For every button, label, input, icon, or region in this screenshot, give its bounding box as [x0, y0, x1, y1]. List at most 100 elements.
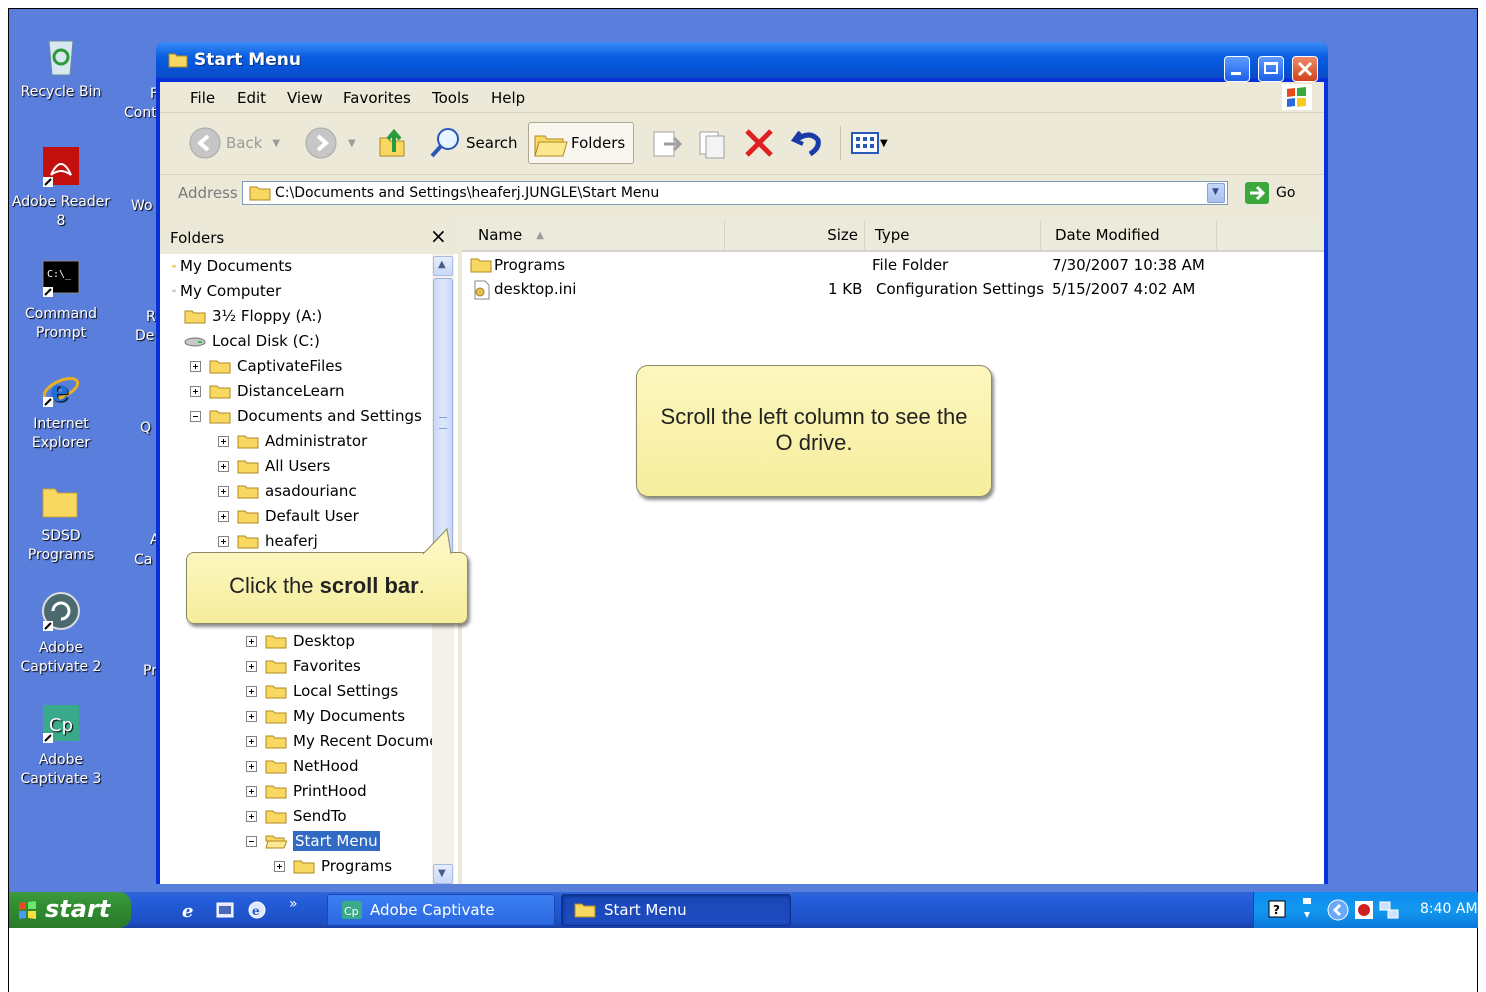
tree-item[interactable]: Programs	[274, 854, 392, 878]
ie-favorites-icon[interactable]: e	[247, 900, 267, 920]
expand-icon[interactable]	[190, 385, 201, 397]
desktop-icon-recycle-bin[interactable]: Recycle Bin	[9, 35, 113, 102]
desktop-icon-adobe-captivate-2[interactable]: Adobe Captivate 2	[9, 591, 113, 677]
expand-icon[interactable]	[246, 735, 257, 747]
close-button[interactable]	[1292, 56, 1318, 82]
column-header-size[interactable]: Size	[724, 220, 864, 252]
menu-favorites[interactable]: Favorites	[343, 89, 411, 107]
expand-icon[interactable]	[274, 860, 285, 872]
desktop-icon-sdsd-programs[interactable]: SDSD Programs	[9, 479, 113, 565]
views-button[interactable]: ▼	[850, 122, 888, 164]
move-to-button[interactable]	[650, 122, 684, 164]
file-row[interactable]: Programs File Folder 7/30/2007 10:38 AM	[462, 254, 1222, 278]
expand-icon[interactable]	[218, 485, 229, 497]
file-row[interactable]: desktop.ini 1 KB Configuration Settings …	[462, 278, 1222, 302]
tree-item[interactable]: My Recent Documen	[246, 729, 432, 753]
forward-button[interactable]: ▼	[304, 122, 356, 164]
tree-item[interactable]: Local Disk (C:)	[184, 329, 320, 353]
address-input[interactable]: C:\Documents and Settings\heaferj.JUNGLE…	[242, 181, 1228, 205]
column-header-type[interactable]: Type	[864, 220, 1040, 252]
taskbar-item-start-menu[interactable]: Start Menu	[561, 894, 791, 926]
tree-item-label: DistanceLearn	[237, 382, 345, 400]
up-folder-button[interactable]	[376, 122, 410, 164]
folders-pane-close-button[interactable]: ×	[430, 224, 447, 248]
callout-click-scroll-bar: Click the scroll bar.	[186, 527, 468, 624]
desktop-icon-command-prompt[interactable]: C:\_ Command Prompt	[9, 257, 113, 343]
tree-item[interactable]: Default User	[218, 504, 359, 528]
tree-item-label: Local Settings	[293, 682, 399, 700]
collapse-icon[interactable]	[246, 835, 257, 847]
tree-item[interactable]: My Documents	[172, 254, 292, 278]
expand-icon[interactable]	[246, 760, 257, 772]
tree-item[interactable]: SendTo	[246, 804, 347, 828]
tree-item[interactable]: asadourianc	[218, 479, 357, 503]
go-button[interactable]: Go	[1244, 180, 1295, 206]
expand-icon[interactable]	[218, 535, 229, 547]
tree-item[interactable]: DistanceLearn	[190, 379, 345, 403]
menu-file[interactable]: File	[190, 89, 215, 107]
network-icon[interactable]	[1378, 900, 1400, 920]
scroll-down-button[interactable]: ▼	[433, 864, 453, 884]
tree-item[interactable]: 3½ Floppy (A:)	[184, 304, 322, 328]
desktop-icon-internet-explorer[interactable]: e Internet Explorer	[9, 367, 113, 453]
clock[interactable]: 8:40 AM	[1420, 901, 1478, 917]
tree-item[interactable]: My Documents	[246, 704, 405, 728]
expand-icon[interactable]	[246, 660, 257, 672]
column-header-date-modified[interactable]: Date Modified	[1040, 220, 1216, 252]
minimize-button[interactable]	[1224, 56, 1250, 82]
tree-item[interactable]: NetHood	[246, 754, 359, 778]
expand-icon[interactable]	[190, 360, 201, 372]
delete-button[interactable]	[742, 122, 776, 164]
tree-item[interactable]: All Users	[218, 454, 330, 478]
address-dropdown-button[interactable]: ▼	[1207, 183, 1225, 203]
desktop-icon-adobe-captivate-3[interactable]: Cp Adobe Captivate 3	[9, 703, 113, 789]
tree-item[interactable]: Administrator	[218, 429, 367, 453]
tree-item[interactable]: CaptivateFiles	[190, 354, 342, 378]
menu-help[interactable]: Help	[491, 89, 525, 107]
menu-view[interactable]: View	[287, 89, 323, 107]
copy-to-button[interactable]	[696, 122, 730, 164]
expand-icon[interactable]	[246, 685, 257, 697]
start-button[interactable]: start	[9, 892, 131, 928]
collapse-icon[interactable]	[190, 410, 201, 422]
expand-icon[interactable]	[246, 635, 257, 647]
collapse-tray-icon[interactable]	[1326, 898, 1350, 922]
display-icon[interactable]	[1300, 896, 1314, 922]
tree-item[interactable]: Local Settings	[246, 679, 398, 703]
tree-item[interactable]: Favorites	[246, 654, 361, 678]
chevron-down-icon: ▼	[880, 137, 888, 149]
tree-item[interactable]: heaferj	[218, 529, 318, 553]
show-desktop-icon[interactable]	[215, 900, 235, 920]
expand-icon[interactable]	[218, 460, 229, 472]
back-button[interactable]: Back ▼	[188, 122, 280, 164]
column-header-name[interactable]: Name ▲	[462, 220, 724, 252]
desktop-icon-adobe-reader[interactable]: Adobe Reader 8	[9, 145, 113, 231]
tree-item[interactable]: My Computer	[172, 279, 281, 303]
search-button[interactable]: Search	[428, 122, 518, 164]
column-header-label: Name	[478, 226, 523, 244]
title-bar[interactable]: Start Menu	[156, 42, 1328, 82]
chevron-more-icon[interactable]: »	[289, 896, 298, 912]
help-icon[interactable]: ?	[1268, 900, 1286, 918]
tree-item[interactable]: Start Menu	[246, 829, 380, 853]
taskbar-item-adobe-captivate[interactable]: Cp Adobe Captivate	[327, 894, 555, 926]
tree-item[interactable]: PrintHood	[246, 779, 367, 803]
go-arrow-icon	[1245, 182, 1269, 204]
menu-tools[interactable]: Tools	[432, 89, 469, 107]
tree-item[interactable]: Documents and Settings	[190, 404, 422, 428]
expand-icon[interactable]	[218, 435, 229, 447]
folders-button[interactable]: Folders	[528, 122, 634, 164]
expand-icon[interactable]	[246, 785, 257, 797]
expand-icon[interactable]	[246, 810, 257, 822]
undo-button[interactable]	[790, 122, 824, 164]
tree-item[interactable]: Desktop	[246, 629, 355, 653]
expand-icon[interactable]	[218, 510, 229, 522]
maximize-button[interactable]	[1258, 56, 1284, 82]
menu-edit[interactable]: Edit	[237, 89, 266, 107]
internet-explorer-icon[interactable]: e	[179, 900, 199, 920]
desktop-icon-peek-label: Ca	[134, 552, 153, 568]
scroll-up-button[interactable]: ▲	[433, 256, 453, 276]
scroll-thumb[interactable]	[433, 278, 453, 568]
record-icon[interactable]	[1354, 900, 1374, 920]
expand-icon[interactable]	[246, 710, 257, 722]
